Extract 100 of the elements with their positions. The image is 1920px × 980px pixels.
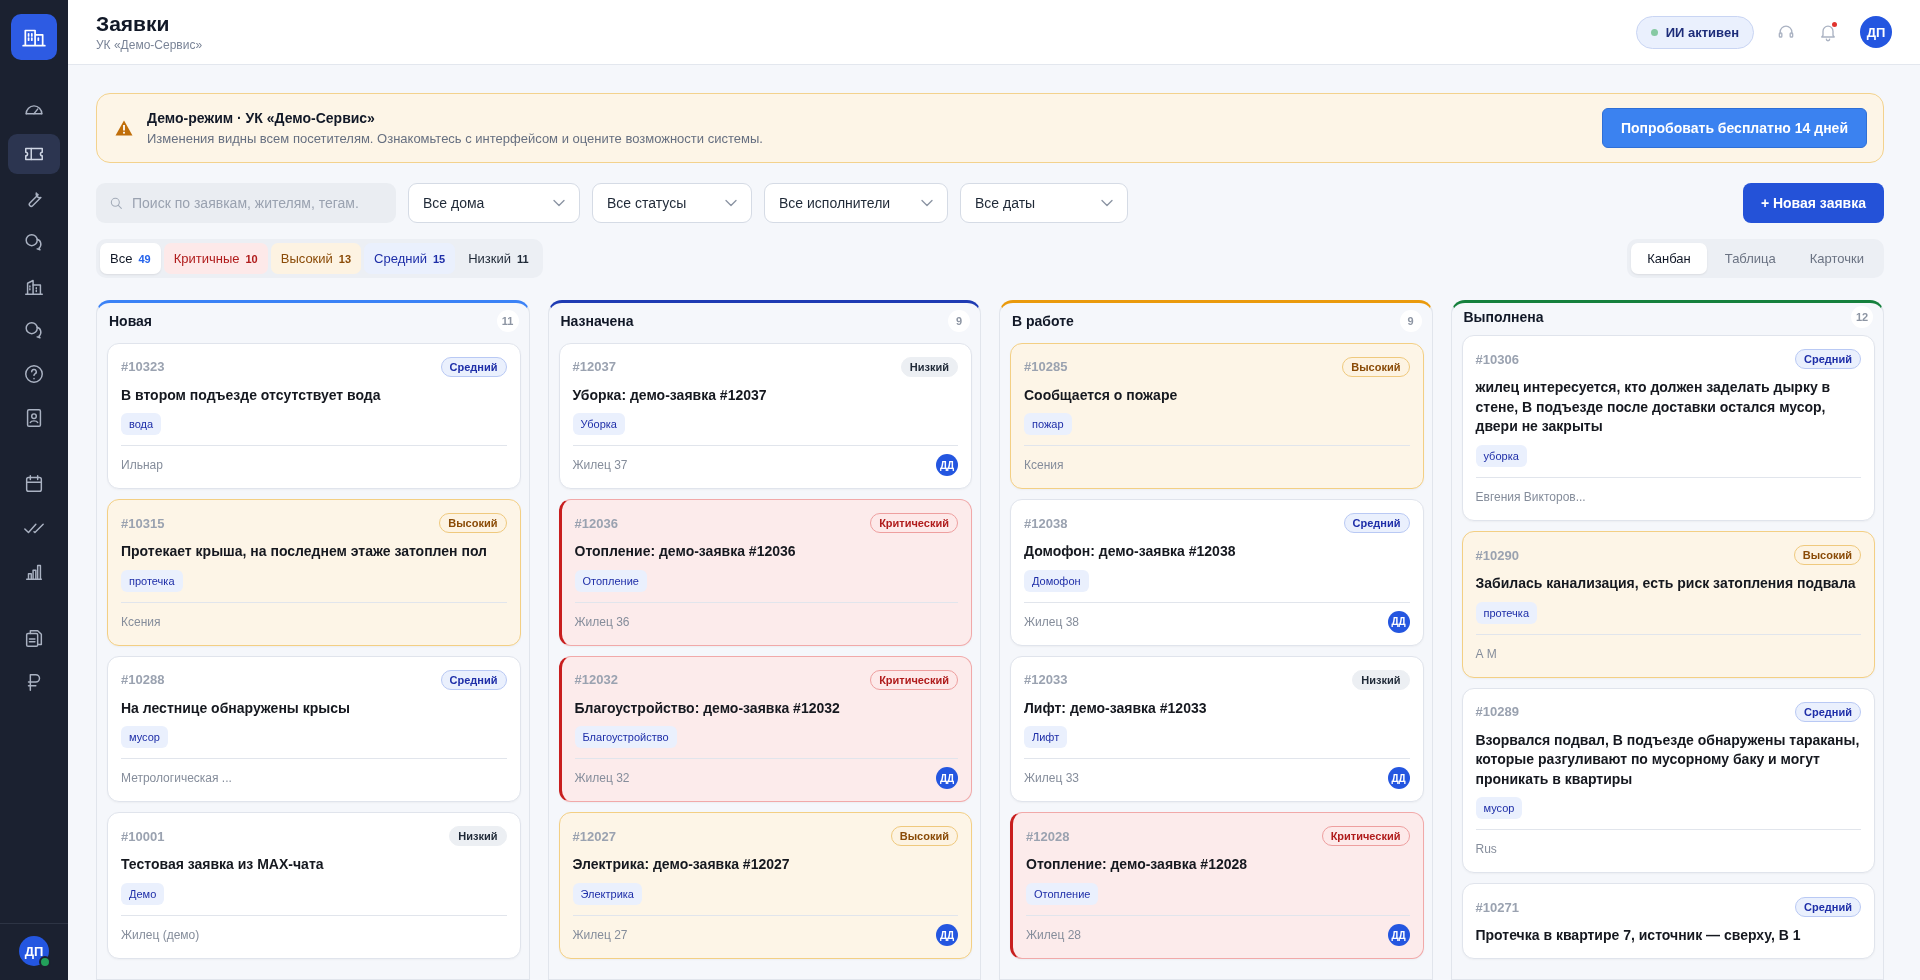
filter-dropdown[interactable]: Все статусы (592, 183, 752, 223)
request-card[interactable]: #10271 Средний Протечка в квартире 7, источник — сверху, В 1 (1461, 883, 1875, 959)
priority-badge: Средний (440, 669, 507, 690)
column-title: Назначена (560, 312, 634, 329)
priority-badge: Низкий (1352, 669, 1410, 690)
request-title: Протекает крыша, на последнем этаже затоплен пол (121, 542, 489, 562)
column-count: 12 (1851, 306, 1873, 329)
request-card[interactable]: #10306 Средний жилец интересуется, кто должен заделать дырку в стене, В подъезде после доставки остался мусор, двери не закрыты уборка Евгения Викторов... (1461, 335, 1875, 522)
request-title: Благоустройство: демо-заявка #12032 (574, 698, 841, 718)
assignee-avatar: ДД (936, 767, 958, 790)
request-tag: пожар (1024, 413, 1072, 436)
request-card[interactable]: #10288 Средний На лестнице обнаружены крысы мусор Метрологическая ... (107, 655, 521, 803)
request-tag: уборка (1475, 445, 1527, 468)
request-card[interactable]: #10001 Низкий Тестовая заявка из MAX-чата Демо Жилец (демо) (107, 812, 521, 959)
filter-dropdown[interactable]: Все даты (960, 183, 1128, 223)
request-card[interactable]: #12033 Низкий Лифт: демо-заявка #12033 Лифт Жилец 33 ДД (1010, 655, 1424, 803)
request-tag: Отопление (1026, 883, 1099, 905)
request-card[interactable]: #12037 Низкий Уборка: демо-заявка #12037 Уборка Жилец 37 ДД (558, 342, 972, 490)
logo-icon[interactable] (11, 14, 57, 60)
request-id: #10323 (121, 359, 165, 375)
request-author: Жилец 27 (572, 928, 628, 942)
request-tag: Лифт (1024, 726, 1068, 749)
request-card[interactable]: #10290 Высокий Забилась канализация, есть риск затопления подвала протечка А М (1461, 531, 1875, 678)
priority-badge: Средний (1795, 897, 1861, 918)
priority-filter-tab[interactable]: Критичные 10 (163, 243, 268, 274)
request-author: А М (1475, 646, 1497, 661)
priority-badge: Критический (870, 513, 958, 534)
request-title: Протечка в квартире 7, источник — сверху, В 1 (1475, 926, 1802, 946)
request-id: #12036 (574, 515, 618, 531)
request-id: #10306 (1475, 351, 1519, 367)
user-avatar[interactable]: ДП (1860, 16, 1892, 48)
request-card[interactable]: #12036 Критический Отопление: демо-заявка #12036 Отопление Жилец 36 (558, 499, 972, 646)
filter-dropdown[interactable]: Все дома (408, 183, 580, 223)
priority-filter-tab[interactable]: Все 49 (100, 243, 161, 274)
filter-dropdown[interactable]: Все исполнители (764, 183, 948, 223)
ai-status-chip[interactable]: ИИ активен (1635, 15, 1754, 49)
new-request-button[interactable]: + Новая заявка (1742, 183, 1884, 223)
banner-text: Изменения видны всем посетителям. Ознакомьтесь с интерфейсом и оцените возможности системы. (147, 131, 763, 146)
request-title: Отопление: демо-заявка #12028 (1026, 855, 1249, 875)
priority-filter-tab[interactable]: Высокий 13 (270, 243, 362, 274)
notifications-button[interactable] (1818, 22, 1838, 42)
request-author: Евгения Викторов... (1475, 490, 1586, 505)
request-card[interactable]: #10289 Средний Взорвался подвал, В подъезде обнаружены тараканы, которые разгуливают по мусорному баку и могут проникать в квартиры мусор Rus (1461, 687, 1875, 874)
search-field[interactable]: Поиск по заявкам, жителям, тегам. (96, 183, 396, 223)
request-tag: мусор (1475, 797, 1523, 820)
request-card[interactable]: #12028 Критический Отопление: демо-заявка #12028 Отопление Жилец 28 ДД (1010, 812, 1424, 959)
request-title: Отопление: демо-заявка #12036 (574, 542, 797, 562)
warning-icon (115, 120, 133, 136)
request-title: Забилась канализация, есть риск затопления подвала (1475, 574, 1857, 594)
request-id: #10289 (1475, 704, 1519, 720)
request-tag: Отопление (574, 569, 647, 592)
calendar-icon (23, 473, 45, 495)
column-title: Выполнена (1463, 309, 1544, 326)
request-tag: Уборка (572, 413, 625, 436)
tab-count: 10 (245, 252, 258, 265)
request-id: #12038 (1024, 515, 1068, 531)
request-card[interactable]: #10315 Высокий Протекает крыша, на последнем этаже затоплен пол протечка Ксения (107, 499, 521, 646)
request-tag: Благоустройство (574, 726, 677, 749)
request-title: Взорвался подвал, В подъезде обнаружены тараканы, которые разгуливают по мусорному баку и могут проникать в квартиры (1475, 730, 1861, 789)
request-id: #10290 (1475, 547, 1519, 563)
request-id: #10001 (121, 828, 165, 844)
request-id: #10285 (1024, 359, 1068, 375)
documents-icon (23, 627, 45, 649)
request-card[interactable]: #12027 Высокий Электрика: демо-заявка #12027 Электрика Жилец 27 ДД (558, 812, 972, 959)
assignee-avatar: ДД (936, 924, 958, 946)
trial-button[interactable]: Попробовать бесплатно 14 дней (1601, 108, 1867, 148)
request-card[interactable]: #10323 Средний В втором подъезде отсутствует вода вода Ильнар (107, 342, 521, 490)
column-count: 9 (948, 309, 970, 332)
request-title: Лифт: демо-заявка #12033 (1024, 698, 1208, 718)
nav-item[interactable] (8, 134, 60, 174)
priority-filter-tab[interactable]: Низкий 11 (458, 243, 539, 274)
view-tab[interactable]: Канбан (1631, 243, 1707, 274)
request-author: Метрологическая ... (121, 771, 232, 786)
request-author: Жилец (демо) (121, 928, 200, 942)
request-title: Уборка: демо-заявка #12037 (572, 385, 768, 405)
view-tab[interactable]: Таблица (1708, 243, 1792, 274)
priority-filter-tab[interactable]: Средний 15 (364, 243, 456, 274)
chat-icon (23, 231, 45, 253)
request-author: Жилец 38 (1024, 614, 1079, 629)
request-author: Жилец 37 (572, 458, 628, 473)
user-avatar[interactable]: ДП (19, 936, 49, 966)
column-count: 9 (1399, 309, 1422, 332)
request-author: Rus (1475, 842, 1497, 857)
request-author: Ксения (1024, 458, 1064, 473)
request-author: Жилец 32 (574, 771, 630, 786)
request-card[interactable]: #12032 Критический Благоустройство: демо-заявка #12032 Благоустройство Жилец 32 ДД (558, 655, 972, 803)
request-title: В втором подъезде отсутствует вода (121, 385, 382, 405)
request-id: #10315 (121, 515, 165, 531)
priority-badge: Низкий (900, 356, 958, 377)
request-card[interactable]: #10285 Высокий Сообщается о пожаре пожар Ксения (1010, 342, 1424, 490)
priority-badge: Низкий (449, 826, 507, 847)
request-card[interactable]: #12038 Средний Домофон: демо-заявка #12038 Домофон Жилец 38 ДД (1010, 499, 1424, 646)
request-title: На лестнице обнаружены крысы (121, 698, 351, 718)
request-id: #10271 (1475, 899, 1519, 915)
request-id: #12037 (572, 359, 616, 375)
assignee-avatar: ДД (1387, 924, 1410, 946)
assignee-avatar: ДД (1387, 767, 1410, 790)
view-tab[interactable]: Карточки (1793, 243, 1880, 274)
banner-title: Демо-режим · УК «Демо-Сервис» (147, 110, 376, 126)
request-tag: вода (121, 413, 162, 436)
